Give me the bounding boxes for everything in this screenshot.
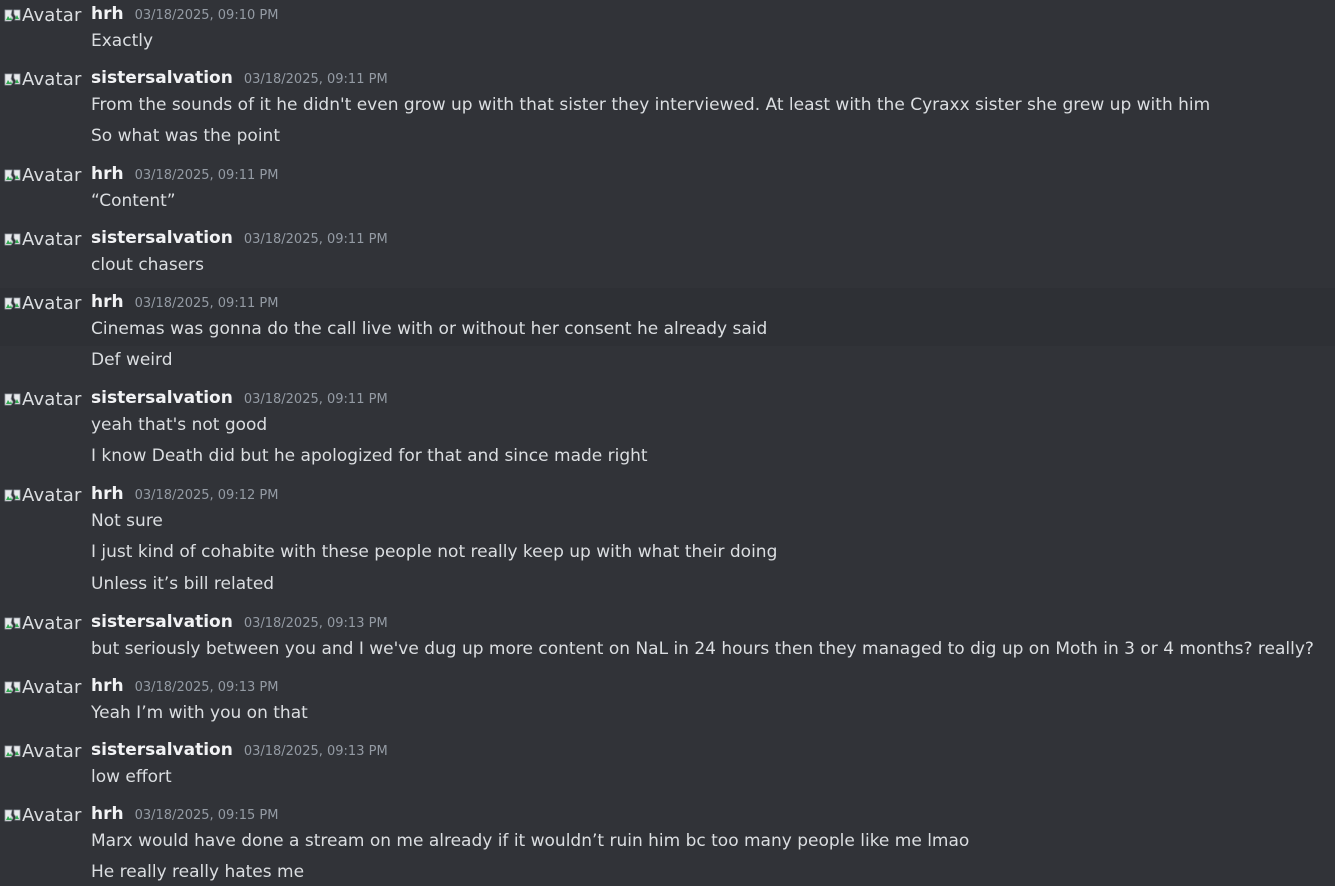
username[interactable]: sistersalvation [91,740,233,760]
username[interactable]: sistersalvation [91,228,233,248]
timestamp[interactable]: 03/18/2025, 09:11 PM [244,72,388,87]
message-group[interactable]: Avatar hrh 03/18/2025, 09:12 PM Not sure I j… [0,480,1335,600]
message-header: hrh 03/18/2025, 09:12 PM [91,480,1335,508]
timestamp[interactable]: 03/18/2025, 09:13 PM [244,744,388,759]
broken-image-icon [3,295,21,311]
username[interactable]: sistersalvation [91,388,233,408]
message-text: Not sure [91,511,163,531]
message-group[interactable]: Avatar hrh 03/18/2025, 09:11 PM Cinemas was… [0,288,1335,370]
message-group[interactable]: Avatar sistersalvation 03/18/2025, 09:13 P… [0,736,1335,792]
message-header: sistersalvation 03/18/2025, 09:11 PM [91,384,1335,412]
username[interactable]: hrh [91,484,124,504]
message-text: Yeah I’m with you on that [91,703,308,723]
timestamp[interactable]: 03/18/2025, 09:11 PM [244,392,388,407]
broken-image-icon [3,231,21,247]
timestamp[interactable]: 03/18/2025, 09:11 PM [135,296,279,311]
avatar[interactable]: Avatar [3,740,82,762]
message-header: hrh 03/18/2025, 09:10 PM [91,0,1335,28]
message-text: So what was the point [91,126,281,146]
timestamp[interactable]: 03/18/2025, 09:15 PM [135,808,279,823]
message-header: sistersalvation 03/18/2025, 09:11 PM [91,64,1335,92]
avatar[interactable]: Avatar [3,292,82,314]
avatar-alt-text: Avatar [22,164,82,186]
timestamp[interactable]: 03/18/2025, 09:13 PM [244,616,388,631]
message-text: low effort [91,767,172,787]
avatar-alt-text: Avatar [22,228,82,250]
chat-message-list[interactable]: Avatar hrh 03/18/2025, 09:10 PM Exactly Avat… [0,0,1335,886]
username[interactable]: sistersalvation [91,68,233,88]
avatar-alt-text: Avatar [22,292,82,314]
avatar-alt-text: Avatar [22,484,82,506]
avatar[interactable]: Avatar [3,68,82,90]
broken-image-icon [3,615,21,631]
broken-image-icon [3,743,21,759]
avatar-alt-text: Avatar [22,4,82,26]
message-header: hrh 03/18/2025, 09:15 PM [91,800,1335,828]
avatar[interactable]: Avatar [3,676,82,698]
avatar-alt-text: Avatar [22,612,82,634]
message-text: “Content” [91,191,176,211]
message-text: Cinemas was gonna do the call live with … [91,319,768,339]
broken-image-icon [3,7,21,23]
message-text: Unless it’s bill related [91,574,275,594]
avatar[interactable]: Avatar [3,612,82,634]
message-group[interactable]: Avatar sistersalvation 03/18/2025, 09:11 P… [0,224,1335,280]
message-text: Exactly [91,31,154,51]
username[interactable]: sistersalvation [91,612,233,632]
message-group[interactable]: Avatar sistersalvation 03/18/2025, 09:13 P… [0,608,1335,664]
message-header: sistersalvation 03/18/2025, 09:13 PM [91,608,1335,636]
message-group[interactable]: Avatar sistersalvation 03/18/2025, 09:11 P… [0,384,1335,472]
username[interactable]: hrh [91,4,124,24]
avatar[interactable]: Avatar [3,804,82,826]
avatar-alt-text: Avatar [22,676,82,698]
timestamp[interactable]: 03/18/2025, 09:13 PM [135,680,279,695]
avatar-alt-text: Avatar [22,388,82,410]
username[interactable]: hrh [91,292,124,312]
timestamp[interactable]: 03/18/2025, 09:10 PM [135,8,279,23]
broken-image-icon [3,167,21,183]
message-group[interactable]: Avatar hrh 03/18/2025, 09:11 PM “Content” [0,160,1335,216]
broken-image-icon [3,679,21,695]
message-header: sistersalvation 03/18/2025, 09:13 PM [91,736,1335,764]
message-text: yeah that's not good [91,415,268,435]
avatar-alt-text: Avatar [22,804,82,826]
avatar-alt-text: Avatar [22,740,82,762]
broken-image-icon [3,71,21,87]
username[interactable]: hrh [91,676,124,696]
username[interactable]: hrh [91,164,124,184]
message-text: Def weird [91,350,173,370]
message-text: I know Death did but he apologized for t… [91,446,648,466]
message-text: but seriously between you and I we've du… [91,639,1314,659]
message-text: Marx would have done a stream on me alre… [91,831,970,851]
timestamp[interactable]: 03/18/2025, 09:12 PM [135,488,279,503]
timestamp[interactable]: 03/18/2025, 09:11 PM [244,232,388,247]
broken-image-icon [3,487,21,503]
avatar[interactable]: Avatar [3,388,82,410]
message-group[interactable]: Avatar hrh 03/18/2025, 09:10 PM Exactly [0,0,1335,56]
message-group[interactable]: Avatar hrh 03/18/2025, 09:13 PM Yeah I’m wi… [0,672,1335,728]
message-header: hrh 03/18/2025, 09:11 PM [91,160,1335,188]
message-header: hrh 03/18/2025, 09:13 PM [91,672,1335,700]
avatar[interactable]: Avatar [3,228,82,250]
message-text: From the sounds of it he didn't even gro… [91,95,1211,115]
message-text: He really really hates me [91,862,305,882]
message-group[interactable]: Avatar hrh 03/18/2025, 09:15 PM Marx would … [0,800,1335,886]
avatar[interactable]: Avatar [3,4,82,26]
avatar[interactable]: Avatar [3,484,82,506]
timestamp[interactable]: 03/18/2025, 09:11 PM [135,168,279,183]
message-group[interactable]: Avatar sistersalvation 03/18/2025, 09:11 P… [0,64,1335,152]
message-text: I just kind of cohabite with these peopl… [91,542,778,562]
avatar-alt-text: Avatar [22,68,82,90]
broken-image-icon [3,391,21,407]
message-text: clout chasers [91,255,205,275]
broken-image-icon [3,807,21,823]
message-header: sistersalvation 03/18/2025, 09:11 PM [91,224,1335,252]
username[interactable]: hrh [91,804,124,824]
message-header: hrh 03/18/2025, 09:11 PM [91,288,1335,316]
avatar[interactable]: Avatar [3,164,82,186]
